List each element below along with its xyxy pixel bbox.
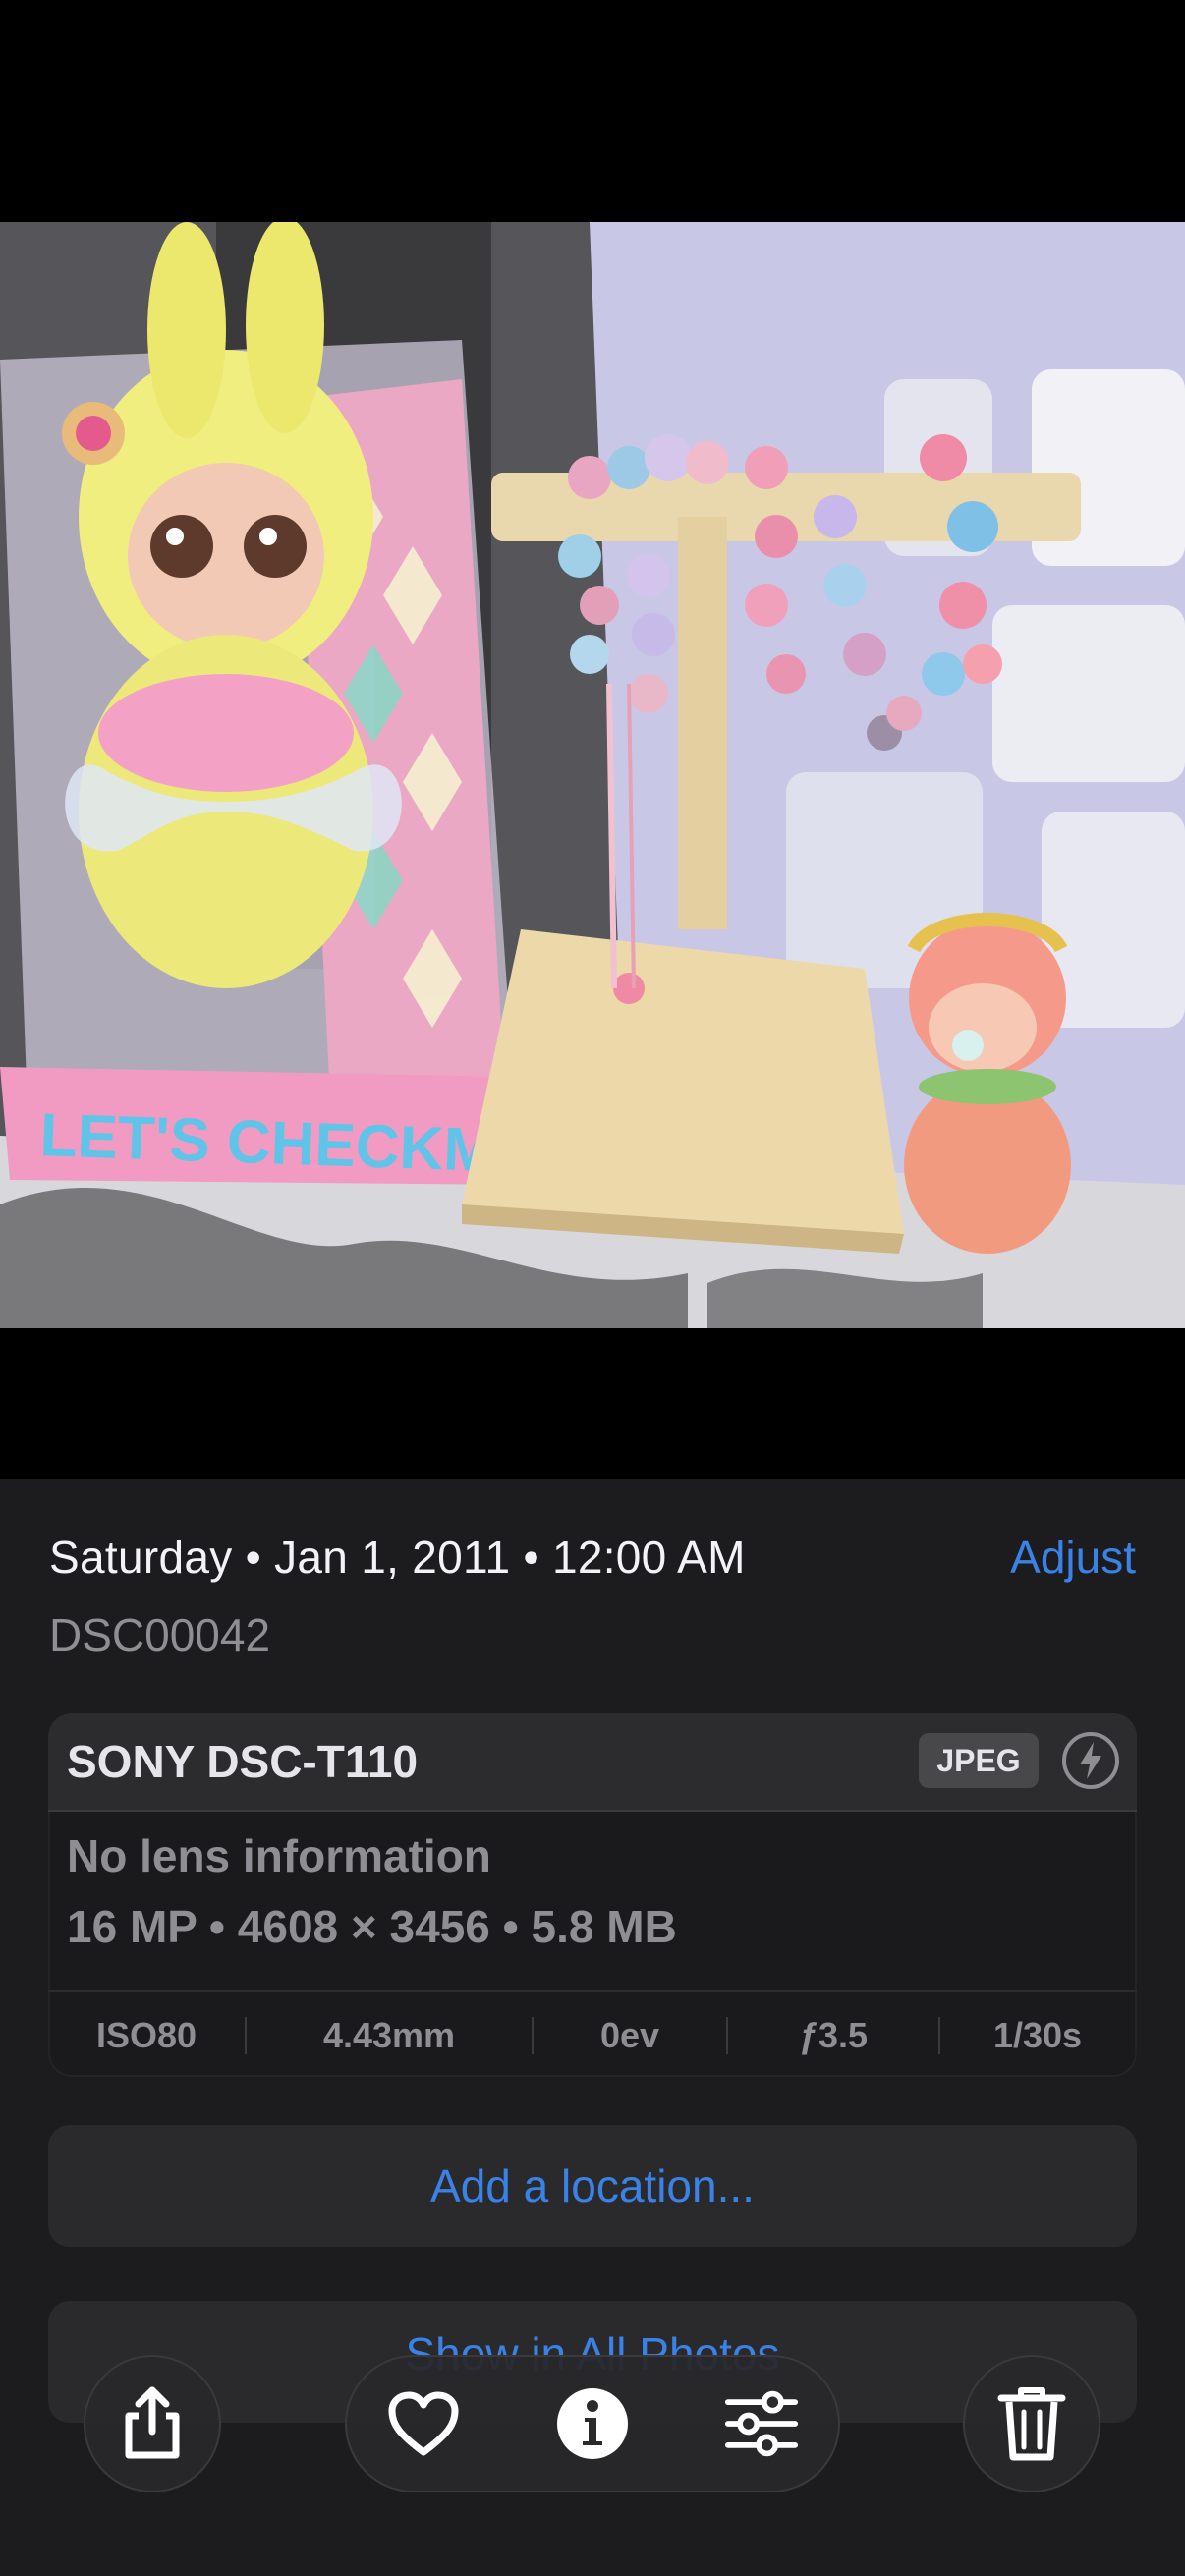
exposure-value: 0ev (599, 2015, 660, 2055)
photo-actions-pill (345, 2355, 840, 2492)
aperture-value: ƒ3.5 (798, 2015, 869, 2055)
focal-length-value: 4.43mm (322, 2015, 456, 2055)
date-time-label: Saturday • Jan 1, 2011 • 12:00 AM (49, 1532, 746, 1583)
sliders-icon (724, 2390, 799, 2457)
adjust-button[interactable]: Adjust (1010, 1531, 1136, 1584)
heart-icon (388, 2391, 459, 2456)
image-specs: 16 MP • 4608 × 3456 • 5.8 MB (67, 1901, 677, 1952)
camera-info-card: SONY DSC-T110 JPEG No lens information 1… (48, 1713, 1137, 2077)
photo-viewer[interactable]: LET'S CHECKMATE (0, 222, 1185, 1328)
edit-button[interactable] (724, 2389, 799, 2458)
trash-icon (997, 2387, 1066, 2461)
favorite-button[interactable] (386, 2389, 461, 2458)
share-button[interactable] (84, 2355, 221, 2492)
lens-info: No lens information (67, 1830, 491, 1881)
delete-button[interactable] (963, 2355, 1100, 2492)
format-badge: JPEG (919, 1733, 1039, 1788)
camera-header: SONY DSC-T110 JPEG (48, 1713, 1137, 1812)
camera-model: SONY DSC-T110 (67, 1736, 419, 1787)
shutter-speed-value: 1/30s (992, 2015, 1083, 2055)
photo-image: LET'S CHECKMATE (0, 222, 1185, 1328)
info-icon (557, 2388, 628, 2459)
filename-label: DSC00042 (49, 1609, 271, 1660)
exif-row: ISO80 4.43mm 0ev ƒ3.5 1/30s (48, 1990, 1137, 2077)
info-button[interactable] (555, 2388, 630, 2459)
flash-off-icon (1062, 1732, 1119, 1789)
share-icon (125, 2386, 180, 2459)
add-location-button[interactable]: Add a location... (48, 2125, 1137, 2247)
iso-value: ISO80 (95, 2015, 198, 2055)
